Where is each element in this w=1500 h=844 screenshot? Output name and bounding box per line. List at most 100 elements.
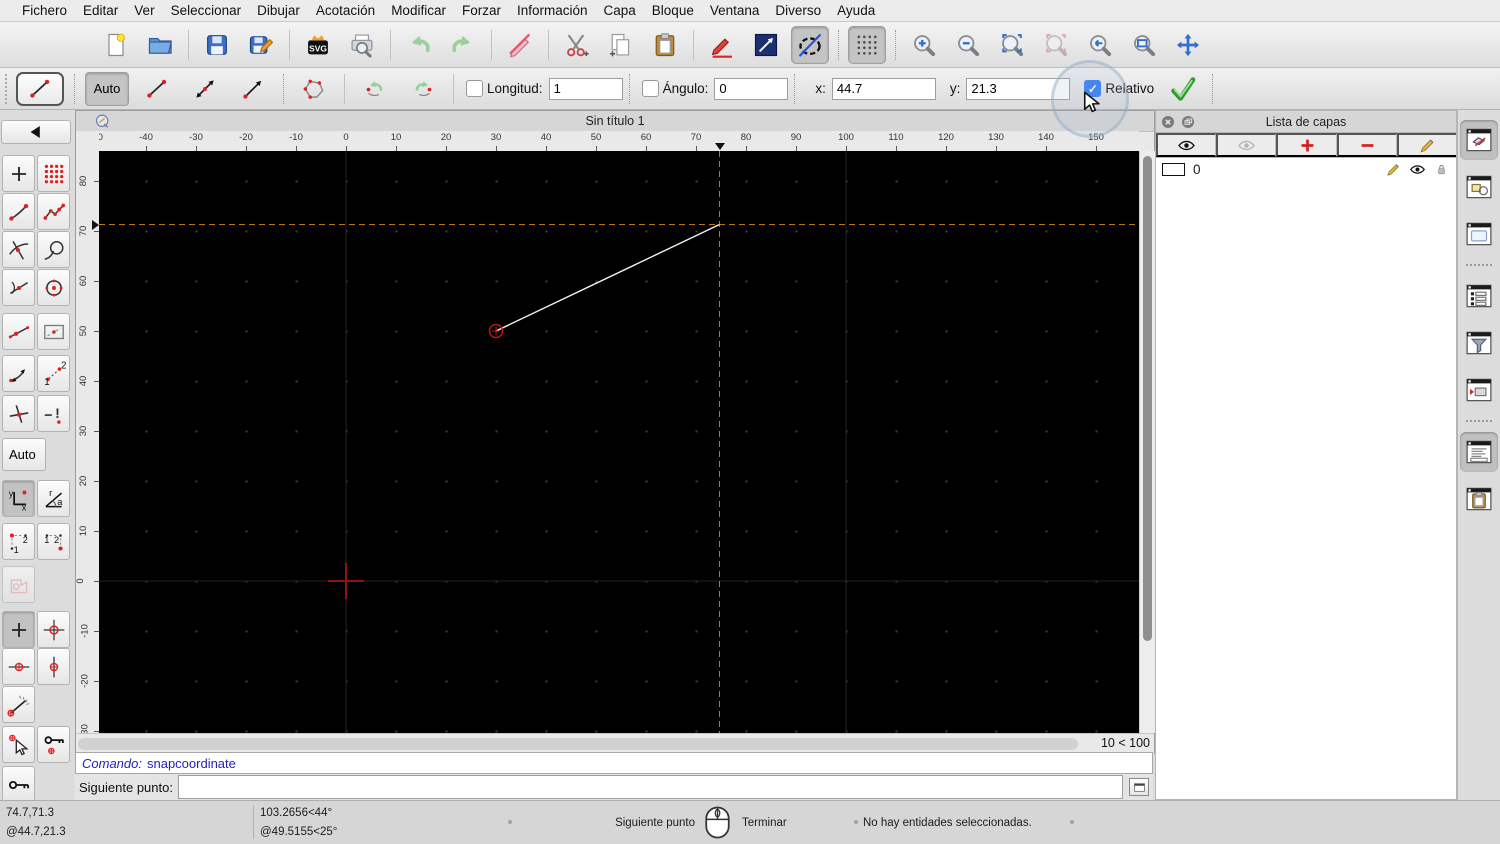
export-svg-button[interactable]: SVG <box>299 26 337 64</box>
auto-snap-toggle[interactable]: Auto <box>2 438 46 471</box>
angle-checkbox[interactable] <box>641 80 659 97</box>
line-two-points-button[interactable] <box>136 72 178 106</box>
horizontal-scrollbar-thumb[interactable] <box>78 738 1078 750</box>
exclusive-snap-toggle[interactable] <box>2 566 35 603</box>
lock-relative-zero[interactable] <box>37 726 70 763</box>
command-fullscreen-button[interactable] <box>1129 778 1149 796</box>
menu-modificar[interactable]: Modificar <box>383 3 454 18</box>
dock-library-browser[interactable] <box>1460 214 1498 254</box>
delete-entity-button[interactable] <box>501 26 539 64</box>
menu-bloque[interactable]: Bloque <box>644 3 702 18</box>
menu-dibujar[interactable]: Dibujar <box>249 3 308 18</box>
restrict-horizontal[interactable] <box>2 648 35 685</box>
menu-fichero[interactable]: Fichero <box>14 3 75 18</box>
menu-ver[interactable]: Ver <box>126 3 162 18</box>
menu-seleccionar[interactable]: Seleccionar <box>163 3 250 18</box>
close-panel-button[interactable] <box>1160 114 1176 130</box>
angle-input[interactable] <box>714 77 789 100</box>
menu-ayuda[interactable]: Ayuda <box>829 3 883 18</box>
zoom-auto-button[interactable] <box>993 26 1031 64</box>
save-button[interactable] <box>198 26 236 64</box>
document-titlebar[interactable]: Sin título 1 <box>76 111 1154 132</box>
undo-segment-button[interactable] <box>354 72 396 106</box>
snap-center[interactable] <box>37 269 70 306</box>
dock-block-list[interactable] <box>1460 167 1498 207</box>
dock-layer-list[interactable] <box>1460 120 1498 160</box>
point-order-first[interactable]: 12 <box>2 523 35 560</box>
dock-selection-list[interactable] <box>1460 276 1498 316</box>
unlock-relative-zero[interactable] <box>2 766 35 803</box>
toolbar-drag-handle[interactable] <box>5 73 7 104</box>
menu-diverso[interactable]: Diverso <box>767 3 829 18</box>
zoom-pan-button[interactable] <box>1169 26 1207 64</box>
layer-visibility-icon[interactable] <box>1409 161 1426 178</box>
layer-row[interactable]: 0 <box>1156 158 1456 180</box>
snap-middle[interactable] <box>2 269 35 306</box>
edit-layer-button[interactable] <box>1396 133 1457 157</box>
zoom-previous-button[interactable] <box>1037 26 1075 64</box>
snap-distance[interactable] <box>2 313 35 350</box>
current-tool-line-button[interactable] <box>16 71 64 106</box>
y-input[interactable] <box>966 77 1071 100</box>
command-input[interactable] <box>177 775 1123 799</box>
layer-edit-icon[interactable] <box>1385 161 1402 178</box>
relative-checkbox[interactable] <box>1084 80 1102 97</box>
dock-filter[interactable] <box>1460 323 1498 363</box>
collapse-sidebar-button[interactable] <box>1 120 71 144</box>
snap-points-order[interactable]: 12 <box>37 355 70 392</box>
coords-cartesian[interactable]: yx <box>2 480 35 517</box>
undo-button[interactable] <box>400 26 438 64</box>
angle-snap-setting[interactable] <box>2 686 35 723</box>
snap-intersection-auto[interactable] <box>2 395 35 432</box>
remove-layer-button[interactable] <box>1336 133 1397 157</box>
zoom-in-button[interactable] <box>905 26 943 64</box>
zoom-redraw-button[interactable] <box>1081 26 1119 64</box>
dock-named-views[interactable] <box>1460 370 1498 410</box>
menu-informacion[interactable]: Información <box>509 3 596 18</box>
float-panel-button[interactable] <box>1180 114 1196 130</box>
menu-editar[interactable]: Editar <box>75 3 126 18</box>
coords-polar[interactable]: ra <box>37 480 70 517</box>
snap-free[interactable] <box>2 155 35 192</box>
auto-mode-button[interactable]: Auto <box>85 71 129 106</box>
menu-forzar[interactable]: Forzar <box>454 3 509 18</box>
ellipse-attributes-button[interactable] <box>791 25 829 64</box>
line-attributes-button[interactable] <box>747 26 785 64</box>
snap-endpoints[interactable] <box>2 193 35 230</box>
toggle-construction-layers-button[interactable] <box>1216 133 1277 157</box>
menu-capa[interactable]: Capa <box>596 3 644 18</box>
snap-intersection[interactable] <box>2 231 35 268</box>
snap-intersection-manual[interactable]: ! <box>37 395 70 432</box>
menu-acotacion[interactable]: Acotación <box>308 3 383 18</box>
restrict-nothing[interactable] <box>2 611 35 648</box>
x-input[interactable] <box>831 77 936 100</box>
zoom-window-button[interactable] <box>1125 26 1163 64</box>
drawing-canvas[interactable] <box>99 151 1139 733</box>
snap-tangent[interactable] <box>37 231 70 268</box>
redo-button[interactable] <box>444 26 482 64</box>
vertical-scrollbar[interactable] <box>1139 151 1155 733</box>
zoom-out-button[interactable] <box>949 26 987 64</box>
snap-on-entity[interactable] <box>37 193 70 230</box>
length-checkbox[interactable] <box>466 80 483 97</box>
grid-toggle-button[interactable] <box>848 25 886 64</box>
add-layer-button[interactable] <box>1276 133 1337 157</box>
cut-button[interactable] <box>558 26 596 64</box>
accept-button[interactable] <box>1163 72 1203 106</box>
toggle-all-layers-visibility-button[interactable] <box>1156 133 1217 157</box>
restrict-orthogonal[interactable] <box>37 611 70 648</box>
dock-clipboard[interactable] <box>1460 479 1498 519</box>
menu-ventana[interactable]: Ventana <box>702 3 768 18</box>
layer-lock-icon[interactable] <box>1433 161 1450 178</box>
new-document-button[interactable] <box>97 26 135 64</box>
restrict-vertical[interactable] <box>37 648 70 685</box>
dock-command-line[interactable] <box>1460 432 1498 472</box>
snap-angle-guides[interactable] <box>2 355 35 392</box>
open-file-button[interactable] <box>141 26 179 64</box>
length-input[interactable] <box>548 77 623 100</box>
line-angle-button[interactable] <box>184 72 226 106</box>
point-order-second[interactable]: 12 <box>37 523 70 560</box>
layer-panel-titlebar[interactable]: Lista de capas <box>1156 111 1456 133</box>
snap-grid[interactable] <box>37 155 70 192</box>
polyline-close-button[interactable] <box>293 72 335 106</box>
